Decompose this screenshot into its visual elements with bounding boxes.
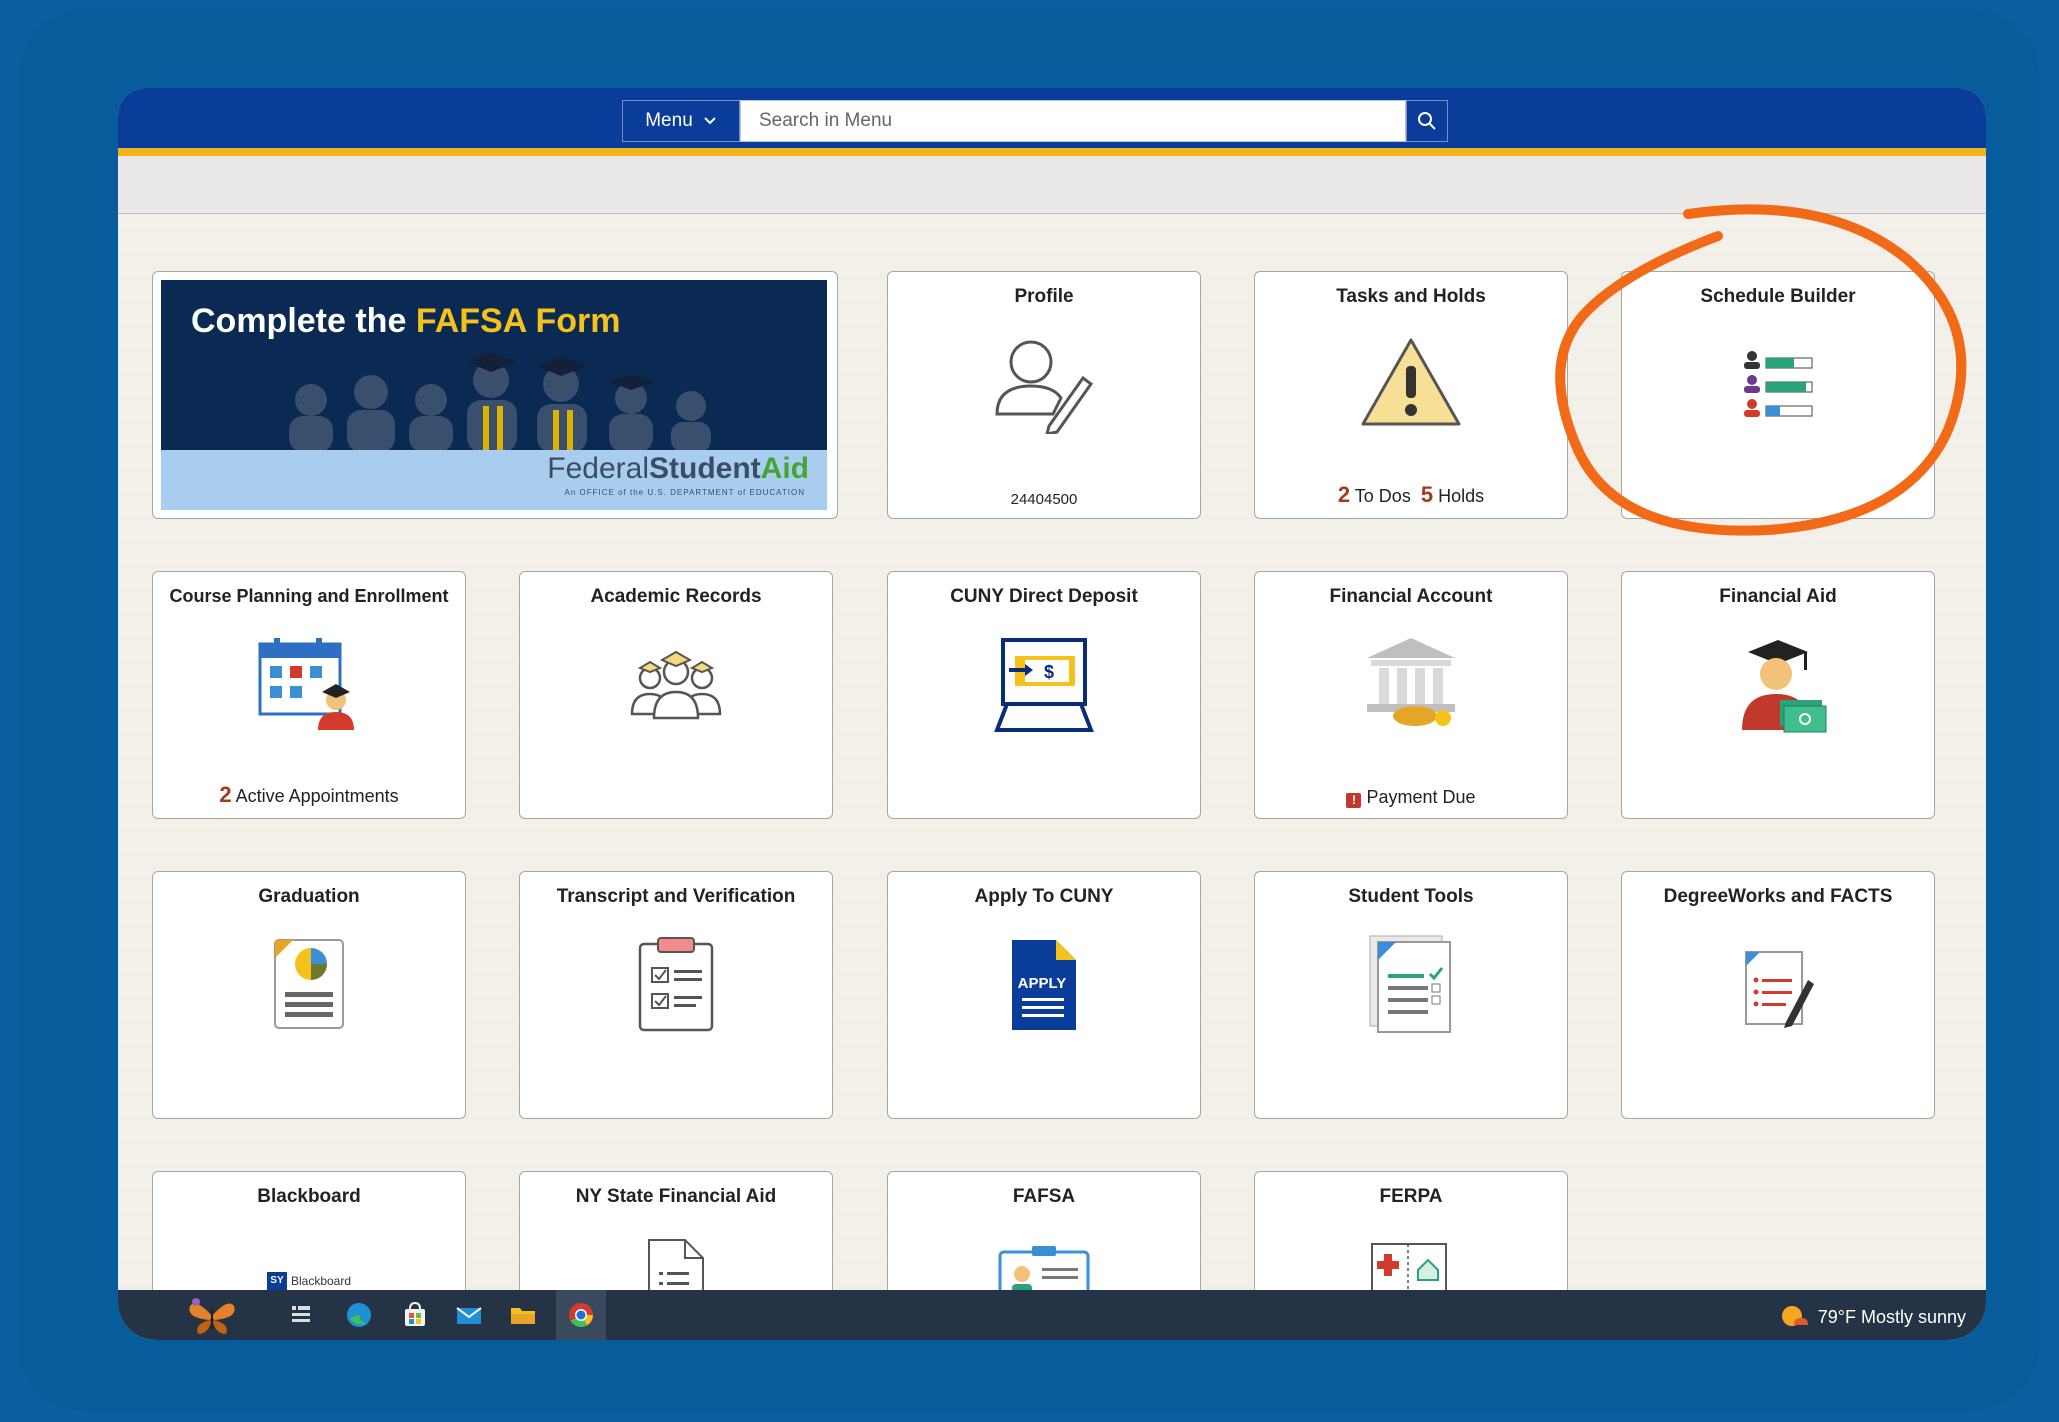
banner-headline: Complete the FAFSA Form <box>191 302 621 340</box>
tile-academic-records[interactable]: Academic Records <box>519 571 833 819</box>
tile-title: Profile <box>1014 286 1074 307</box>
tile-title: CUNY Direct Deposit <box>950 586 1138 607</box>
tile-title: FAFSA <box>1012 1186 1076 1207</box>
tile-financial-account[interactable]: Financial Account ! Payment Due <box>1254 571 1568 819</box>
report-chart-icon <box>274 939 344 1029</box>
top-navigation-bar: Menu <box>118 88 1986 156</box>
tile-title: NY State Financial Aid <box>575 1186 777 1207</box>
apply-document-icon: APPLY <box>1012 940 1076 1030</box>
fsa-subtitle: An OFFICE of the U.S. DEPARTMENT of EDUC… <box>564 488 805 497</box>
edge-browser-icon[interactable] <box>344 1300 374 1330</box>
alert-icon: ! <box>1346 793 1362 808</box>
fafsa-banner: Complete the FAFSA Form FederalStudentAi… <box>161 280 827 510</box>
tile-title: Financial Aid <box>1719 586 1837 607</box>
tile-graduation[interactable]: Graduation <box>152 871 466 1119</box>
checklist-document-icon <box>1369 935 1451 1033</box>
tile-tasks-and-holds[interactable]: Tasks and Holds 2 To Dos 5 Holds <box>1254 271 1568 519</box>
windows-taskbar: 79°F Mostly sunny <box>118 1290 1986 1340</box>
tasks-summary: 2 To Dos 5 Holds <box>1337 482 1485 507</box>
clipboard-check-icon <box>638 937 714 1032</box>
document-pen-icon <box>1745 951 1814 1028</box>
tile-transcript-verification[interactable]: Transcript and Verification <box>519 871 833 1119</box>
menu-label: Menu <box>645 110 693 131</box>
tile-student-tools[interactable]: Student Tools <box>1254 871 1568 1119</box>
tile-cuny-direct-deposit[interactable]: CUNY Direct Deposit $ <box>887 571 1201 819</box>
tile-title: Transcript and Verification <box>556 886 796 907</box>
tile-financial-aid[interactable]: Financial Aid <box>1621 571 1935 819</box>
file-explorer-icon[interactable] <box>508 1300 538 1330</box>
tile-title: DegreeWorks and FACTS <box>1663 886 1893 907</box>
menu-button[interactable]: Menu <box>622 100 740 142</box>
tile-title: Financial Account <box>1329 586 1493 607</box>
student-id: 24404500 <box>1010 491 1078 508</box>
search-button[interactable] <box>1406 100 1448 142</box>
mail-icon[interactable] <box>454 1300 484 1330</box>
graduates-crowd-illustration <box>289 352 711 452</box>
user-edit-icon <box>995 340 1094 434</box>
search-icon <box>1418 112 1436 130</box>
svg-text:$: $ <box>1044 662 1054 682</box>
weather-widget[interactable]: 79°F Mostly sunny <box>1780 1303 1966 1331</box>
tile-title: Graduation <box>258 886 360 907</box>
chrome-browser-icon[interactable] <box>566 1300 596 1330</box>
fafsa-banner-tile[interactable]: Complete the FAFSA Form FederalStudentAi… <box>152 271 838 519</box>
warning-icon <box>1361 338 1461 426</box>
bank-icon <box>1367 638 1455 726</box>
chevron-down-icon <box>704 117 716 125</box>
graduate-money-icon <box>1742 640 1827 733</box>
tile-title: FERPA <box>1379 1186 1443 1207</box>
tile-title: Tasks and Holds <box>1336 286 1486 307</box>
tile-profile[interactable]: Profile 24404500 <box>887 271 1201 519</box>
payment-due-status: ! Payment Due <box>1255 787 1567 808</box>
search-input[interactable] <box>740 100 1406 142</box>
tile-title: Apply To CUNY <box>974 886 1114 907</box>
weather-text: 79°F Mostly sunny <box>1817 1306 1966 1327</box>
tile-title: Academic Records <box>590 586 762 607</box>
butterfly-icon[interactable] <box>186 1294 238 1336</box>
gold-accent-stripe <box>118 148 1986 156</box>
laptop-deposit-icon: $ <box>994 638 1094 732</box>
sun-cloud-icon <box>1781 1306 1808 1326</box>
store-icon[interactable] <box>400 1300 430 1330</box>
tile-course-planning[interactable]: Course Planning and Enrollment 2 Active … <box>152 571 466 819</box>
task-view-icon[interactable] <box>286 1300 316 1330</box>
tile-title: Blackboard <box>257 1186 361 1207</box>
tile-title: Student Tools <box>1348 886 1474 907</box>
federal-student-aid-logo: FederalStudentAid <box>547 452 809 485</box>
appointments-summary: 2 Active Appointments <box>219 782 399 807</box>
tile-title: Course Planning and Enrollment <box>169 586 449 606</box>
graduates-icon <box>630 650 722 720</box>
highlight-annotation-circle <box>1555 204 1967 536</box>
svg-text:APPLY: APPLY <box>1018 975 1067 992</box>
blackboard-logo-icon: SY Blackboard <box>266 1272 351 1290</box>
tile-apply-to-cuny[interactable]: Apply To CUNY APPLY <box>887 871 1201 1119</box>
calendar-student-icon <box>258 638 354 730</box>
tile-degreeworks-facts[interactable]: DegreeWorks and FACTS <box>1621 871 1935 1119</box>
